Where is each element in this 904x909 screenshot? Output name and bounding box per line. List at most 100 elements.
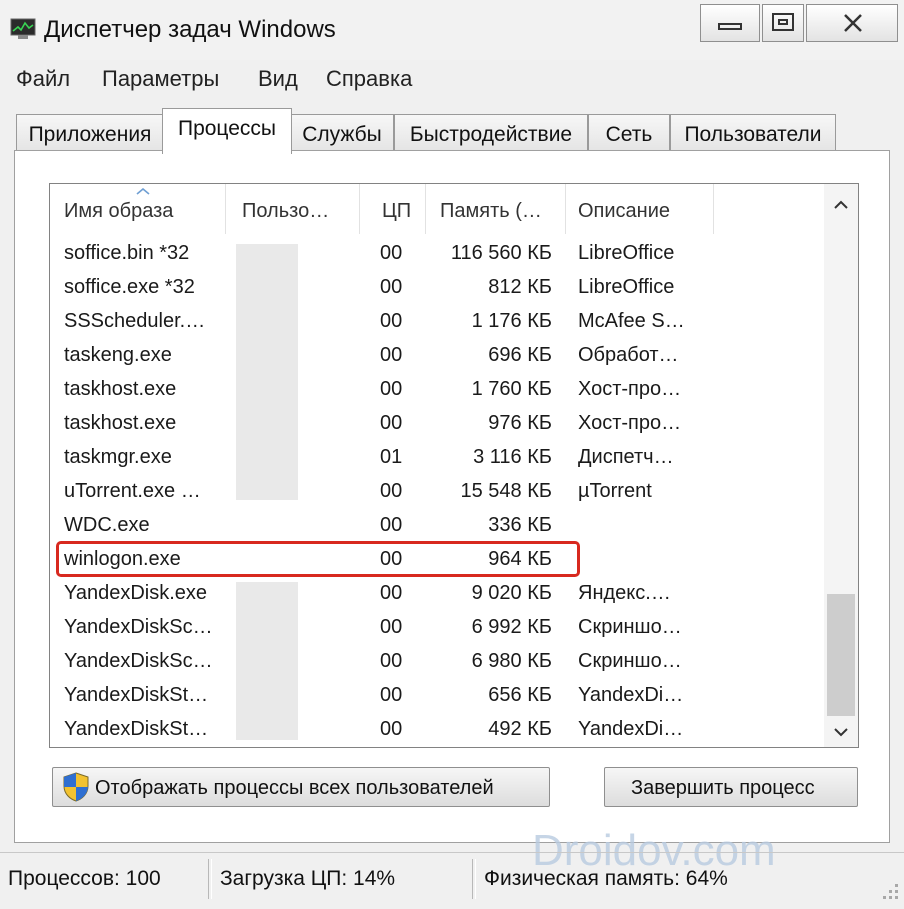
process-memory: 3 116 КБ — [473, 446, 552, 468]
column-header-memory[interactable]: Память (… — [426, 184, 566, 234]
process-row[interactable]: soffice.exe *32 00 812 КБ LibreOffice — [50, 270, 824, 304]
minimize-button[interactable] — [700, 4, 760, 42]
process-row[interactable]: taskmgr.exe 01 3 116 КБ Диспетч… — [50, 440, 824, 474]
process-memory: 1 760 КБ — [471, 378, 552, 400]
close-button[interactable] — [806, 4, 898, 42]
scroll-up-icon[interactable] — [833, 200, 849, 210]
process-name: YandexDiskSc… — [64, 616, 213, 638]
menu-bar: Файл Параметры Вид Справка — [0, 62, 904, 98]
process-cpu: 00 — [380, 514, 403, 536]
scrollbar-thumb[interactable] — [827, 594, 855, 716]
process-description: Хост-про… — [578, 412, 682, 434]
process-memory: 9 020 КБ — [471, 582, 552, 604]
process-name: taskeng.exe — [64, 344, 172, 366]
process-memory: 976 КБ — [488, 412, 552, 434]
process-cpu: 00 — [380, 344, 403, 366]
maximize-icon — [772, 13, 794, 31]
column-header-description[interactable]: Описание — [566, 184, 714, 234]
title-bar: Диспетчер задач Windows — [0, 0, 904, 60]
process-name: WDC.exe — [64, 514, 150, 536]
task-manager-app-icon — [10, 18, 36, 39]
process-row[interactable]: WDC.exe 00 336 КБ — [50, 508, 824, 542]
process-cpu: 00 — [380, 310, 403, 332]
tab-users[interactable]: Пользователи — [670, 114, 836, 152]
tab-performance[interactable]: Быстродействие — [394, 114, 588, 152]
process-description: McAfee S… — [578, 310, 685, 332]
process-memory: 656 КБ — [488, 684, 552, 706]
process-name: YandexDiskSt… — [64, 718, 209, 740]
process-name: YandexDiskSc… — [64, 650, 213, 672]
process-list[interactable]: Имя образа Пользо… ЦП Память (… Описание… — [49, 183, 859, 748]
process-memory: 336 КБ — [488, 514, 552, 536]
process-name: taskhost.exe — [64, 412, 177, 434]
process-name: YandexDisk.exe — [64, 582, 208, 604]
process-memory: 812 КБ — [488, 276, 552, 298]
process-cpu: 00 — [380, 684, 403, 706]
process-memory: 6 992 КБ — [471, 616, 552, 638]
status-separator — [472, 859, 476, 899]
maximize-button[interactable] — [762, 4, 804, 42]
process-memory: 696 КБ — [488, 344, 552, 366]
process-row[interactable]: uTorrent.exe … 00 15 548 КБ µTorrent — [50, 474, 824, 508]
menu-options[interactable]: Параметры — [102, 66, 219, 92]
process-cpu: 00 — [380, 242, 403, 264]
process-cpu: 00 — [380, 378, 403, 400]
status-physical-memory: Физическая память: 64% — [484, 867, 728, 890]
process-description: YandexDi… — [578, 718, 684, 740]
tab-services[interactable]: Службы — [290, 114, 394, 152]
process-name: uTorrent.exe … — [64, 480, 201, 502]
status-cpu-load: Загрузка ЦП: 14% — [220, 867, 396, 890]
tab-processes[interactable]: Процессы — [162, 108, 292, 154]
process-cpu: 00 — [380, 718, 403, 740]
column-header-name[interactable]: Имя образа — [50, 184, 226, 234]
process-cpu: 00 — [380, 480, 403, 502]
column-header-cpu[interactable]: ЦП — [360, 184, 426, 234]
process-description: Скриншо… — [578, 650, 682, 672]
menu-view[interactable]: Вид — [258, 66, 298, 92]
tab-network[interactable]: Сеть — [588, 114, 670, 152]
process-row[interactable]: YandexDiskSt… 00 492 КБ YandexDi… — [50, 712, 824, 746]
process-description: µTorrent — [578, 480, 652, 502]
process-description: LibreOffice — [578, 242, 675, 264]
process-description: Скриншо… — [578, 616, 682, 638]
show-all-users-button[interactable]: Отображать процессы всех пользователей — [52, 767, 550, 807]
process-memory: 6 980 КБ — [471, 650, 552, 672]
menu-file[interactable]: Файл — [16, 66, 70, 92]
uac-shield-icon — [63, 772, 89, 802]
winlogon-highlight-box — [56, 541, 580, 577]
process-row[interactable]: SSScheduler.… 00 1 176 КБ McAfee S… — [50, 304, 824, 338]
end-process-button[interactable]: Завершить процесс — [604, 767, 858, 807]
status-separator — [208, 859, 212, 899]
end-process-label: Завершить процесс — [631, 777, 815, 799]
process-row[interactable]: taskeng.exe 00 696 КБ Обработ… — [50, 338, 824, 372]
close-icon — [844, 14, 862, 32]
scroll-down-icon[interactable] — [833, 727, 849, 737]
process-memory: 15 548 КБ — [460, 480, 552, 502]
process-description: Диспетч… — [578, 446, 674, 468]
process-row[interactable]: taskhost.exe 00 1 760 КБ Хост-про… — [50, 372, 824, 406]
process-description: Яндекс.… — [578, 582, 671, 604]
process-row[interactable]: YandexDisk.exe 00 9 020 КБ Яндекс.… — [50, 576, 824, 610]
process-name: taskmgr.exe — [64, 446, 172, 468]
vertical-scrollbar[interactable] — [824, 184, 858, 747]
process-row[interactable]: YandexDiskSc… 00 6 980 КБ Скриншо… — [50, 644, 824, 678]
process-row[interactable]: YandexDiskSc… 00 6 992 КБ Скриншо… — [50, 610, 824, 644]
process-memory: 1 176 КБ — [471, 310, 552, 332]
process-name: YandexDiskSt… — [64, 684, 209, 706]
process-row[interactable]: soffice.bin *32 00 116 560 КБ LibreOffice — [50, 236, 824, 270]
window-title: Диспетчер задач Windows — [44, 16, 336, 43]
tab-applications[interactable]: Приложения — [16, 114, 164, 152]
process-name: soffice.bin *32 — [64, 242, 190, 264]
process-cpu: 00 — [380, 276, 403, 298]
column-header-user[interactable]: Пользо… — [226, 184, 360, 234]
process-cpu: 00 — [380, 582, 403, 604]
menu-help[interactable]: Справка — [326, 66, 412, 92]
process-description: Обработ… — [578, 344, 679, 366]
status-process-count: Процессов: 100 — [8, 867, 161, 890]
process-row[interactable]: taskhost.exe 00 976 КБ Хост-про… — [50, 406, 824, 440]
process-name: SSScheduler.… — [64, 310, 206, 332]
tab-strip: Приложения Процессы Службы Быстродействи… — [0, 108, 904, 154]
resize-grip-icon[interactable] — [880, 881, 900, 901]
process-row[interactable]: YandexDiskSt… 00 656 КБ YandexDi… — [50, 678, 824, 712]
sort-up-icon — [136, 188, 150, 195]
